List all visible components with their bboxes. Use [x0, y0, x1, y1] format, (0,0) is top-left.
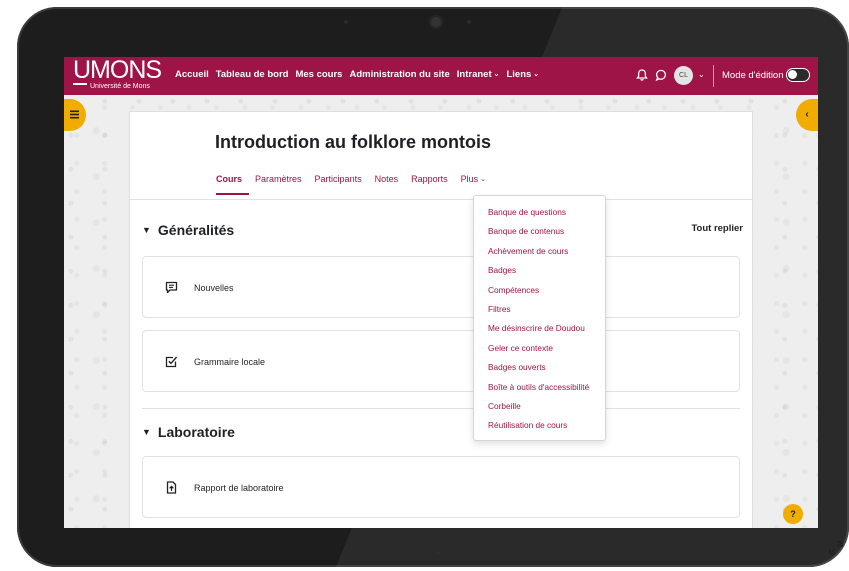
bell-icon[interactable]	[635, 68, 649, 82]
chevron-down-icon: ⌄	[480, 176, 487, 183]
assignment-icon	[166, 481, 177, 494]
section-title: Généralités	[157, 222, 235, 238]
user-avatar[interactable]: CL	[674, 66, 693, 85]
logo-underline	[73, 83, 87, 85]
logo-text: UMONS	[73, 57, 162, 84]
logo-subtitle: Université de Mons	[90, 83, 150, 90]
section-title: Laboratoire	[157, 424, 235, 440]
chat-bubble-icon[interactable]	[654, 68, 668, 82]
chevron-down-icon: ▼	[142, 225, 151, 235]
collapse-all-link[interactable]: Tout replier	[691, 223, 743, 234]
tab-more-label: Plus	[460, 174, 479, 184]
forum-icon	[165, 281, 178, 294]
list-icon	[70, 110, 79, 119]
menu-item-freeze-context[interactable]: Geler ce contexte	[474, 341, 605, 360]
menu-item-badges[interactable]: Badges	[474, 263, 605, 282]
tab-course[interactable]: Cours	[216, 174, 250, 195]
expand-fullscreen-icon[interactable]	[828, 540, 844, 556]
navbar-divider	[713, 65, 714, 87]
nav-link-intranet[interactable]: Intranet ⌄	[457, 69, 500, 80]
page-title: Introduction au folklore montois	[215, 132, 491, 152]
activity-item[interactable]: Rapport de laboratoire	[142, 456, 740, 518]
menu-item-unenrol[interactable]: Me désinscrire de Doudou	[474, 321, 605, 340]
chevron-down-icon: ▼	[142, 427, 151, 437]
nav-link-dashboard[interactable]: Tableau de bord	[216, 69, 289, 80]
chevron-left-icon: ‹	[805, 109, 809, 120]
section-header-generalites[interactable]: ▼ Généralités	[142, 222, 234, 238]
nav-link-links-label: Liens	[506, 69, 532, 80]
menu-item-recycle-bin[interactable]: Corbeille	[474, 399, 605, 418]
chevron-down-icon: ⌄	[493, 71, 500, 78]
edit-mode-label: Mode d'édition	[722, 70, 784, 81]
course-secondary-navigation: Cours Paramètres Participants Notes Rapp…	[216, 174, 499, 195]
screen: UMONS Université de Mons Accueil Tableau…	[64, 57, 818, 528]
tab-more[interactable]: Plus ⌄	[461, 174, 493, 195]
camera	[431, 17, 441, 27]
section-header-laboratoire[interactable]: ▼ Laboratoire	[142, 424, 235, 440]
activity-name[interactable]: Nouvelles	[194, 283, 234, 293]
course-content-card: Introduction au folklore montois Cours P…	[129, 111, 753, 528]
menu-item-filters[interactable]: Filtres	[474, 302, 605, 321]
nav-link-home[interactable]: Accueil	[175, 69, 209, 80]
primary-navigation: Accueil Tableau de bord Mes cours Admini…	[175, 69, 539, 80]
nav-link-links[interactable]: Liens ⌄	[506, 69, 539, 80]
sensor	[344, 20, 348, 24]
nav-link-my-courses[interactable]: Mes cours	[295, 69, 342, 80]
activity-item[interactable]: Nouvelles	[142, 256, 740, 318]
nav-link-intranet-label: Intranet	[456, 69, 492, 80]
tab-participants[interactable]: Participants	[315, 174, 369, 195]
section-divider	[142, 408, 740, 409]
checkbox-icon	[165, 356, 178, 368]
nav-link-site-admin[interactable]: Administration du site	[349, 69, 449, 80]
tab-settings[interactable]: Paramètres	[255, 174, 309, 195]
navbar: UMONS Université de Mons Accueil Tableau…	[64, 57, 818, 95]
chevron-down-icon[interactable]: ⌄	[698, 70, 705, 79]
more-dropdown-menu: Banque de questions Banque de contenus A…	[473, 195, 606, 441]
menu-item-content-bank[interactable]: Banque de contenus	[474, 224, 605, 243]
activity-item[interactable]: Grammaire locale	[142, 330, 740, 392]
chevron-down-icon: ⌄	[533, 71, 540, 78]
menu-item-course-reuse[interactable]: Réutilisation de cours	[474, 418, 605, 437]
edit-mode-toggle[interactable]	[786, 68, 810, 82]
help-button[interactable]: ?	[783, 504, 803, 524]
tabs-divider	[130, 199, 752, 200]
umons-logo[interactable]: UMONS Université de Mons	[73, 58, 165, 92]
activity-name[interactable]: Grammaire locale	[194, 357, 265, 367]
menu-item-course-completion[interactable]: Achèvement de cours	[474, 244, 605, 263]
activity-name[interactable]: Rapport de laboratoire	[194, 483, 284, 493]
menu-item-question-bank[interactable]: Banque de questions	[474, 205, 605, 224]
tab-grades[interactable]: Notes	[375, 174, 406, 195]
tab-reports[interactable]: Rapports	[411, 174, 455, 195]
menu-item-accessibility-toolkit[interactable]: Boîte à outils d'accessibilité	[474, 380, 605, 399]
menu-item-competencies[interactable]: Compétences	[474, 283, 605, 302]
menu-item-open-badges[interactable]: Badges ouverts	[474, 360, 605, 379]
home-indicator	[436, 551, 440, 555]
sensor	[467, 20, 471, 24]
